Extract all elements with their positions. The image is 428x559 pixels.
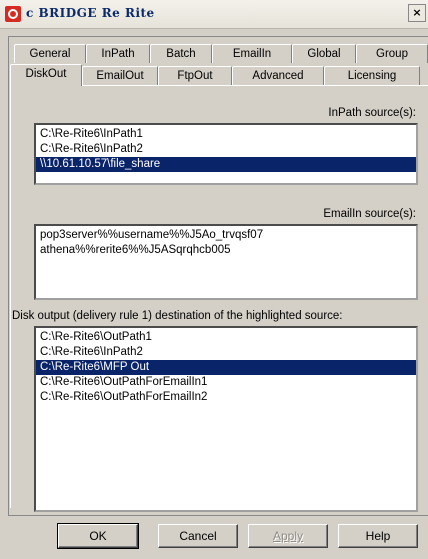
list-item[interactable]: athena%%rerite6%%J5ASqrqhcb005 [36,243,416,258]
tab-ftpout[interactable]: FtpOut [158,66,232,85]
list-item[interactable]: C:\Re-Rite6\OutPathForEmailIn1 [36,375,416,390]
cancel-button[interactable]: Cancel [158,524,238,548]
emailin-sources-list[interactable]: pop3server%%username%%J5Ao_trvqsf07 athe… [34,224,418,300]
list-item[interactable]: C:\Re-Rite6\InPath1 [36,127,416,142]
tab-emailin[interactable]: EmailIn [212,44,292,63]
ok-button[interactable]: OK [57,523,139,549]
disk-output-list[interactable]: C:\Re-Rite6\OutPath1 C:\Re-Rite6\InPath2… [34,326,418,512]
list-item[interactable]: C:\Re-Rite6\InPath2 [36,142,416,157]
app-logo-icon [5,6,21,22]
close-button[interactable]: × [408,4,426,22]
tab-global[interactable]: Global [292,44,356,63]
list-item[interactable]: pop3server%%username%%J5Ao_trvqsf07 [36,228,416,243]
tab-inpath[interactable]: InPath [86,44,150,63]
tab-advanced[interactable]: Advanced [232,66,324,85]
dialog-window: c BRIDGE Re Rite × General InPath Batch … [0,0,428,559]
emailin-sources-label: EmailIn source(s): [323,208,416,220]
help-button[interactable]: Help [338,524,418,548]
apply-button[interactable]: Apply [248,524,328,548]
title-bar[interactable]: c BRIDGE Re Rite × [0,0,428,29]
tab-general[interactable]: General [14,44,86,63]
inpath-sources-list[interactable]: C:\Re-Rite6\InPath1 C:\Re-Rite6\InPath2 … [34,123,418,185]
window-title: c BRIDGE Re Rite [26,6,155,20]
inpath-sources-label: InPath source(s): [328,107,416,119]
tab-emailout[interactable]: EmailOut [82,66,158,85]
list-item[interactable]: C:\Re-Rite6\InPath2 [36,345,416,360]
disk-output-label: Disk output (delivery rule 1) destinatio… [12,310,343,322]
list-item-selected[interactable]: C:\Re-Rite6\MFP Out [36,360,416,375]
tab-batch[interactable]: Batch [150,44,212,63]
list-item[interactable]: C:\Re-Rite6\OutPathForEmailIn2 [36,390,416,405]
tab-group[interactable]: Group [356,44,428,63]
list-item[interactable]: C:\Re-Rite6\OutPath1 [36,330,416,345]
tab-licensing[interactable]: Licensing [324,66,420,85]
tab-diskout[interactable]: DiskOut [10,64,82,86]
list-item-selected[interactable]: \\10.61.10.57\file_share [36,157,416,172]
